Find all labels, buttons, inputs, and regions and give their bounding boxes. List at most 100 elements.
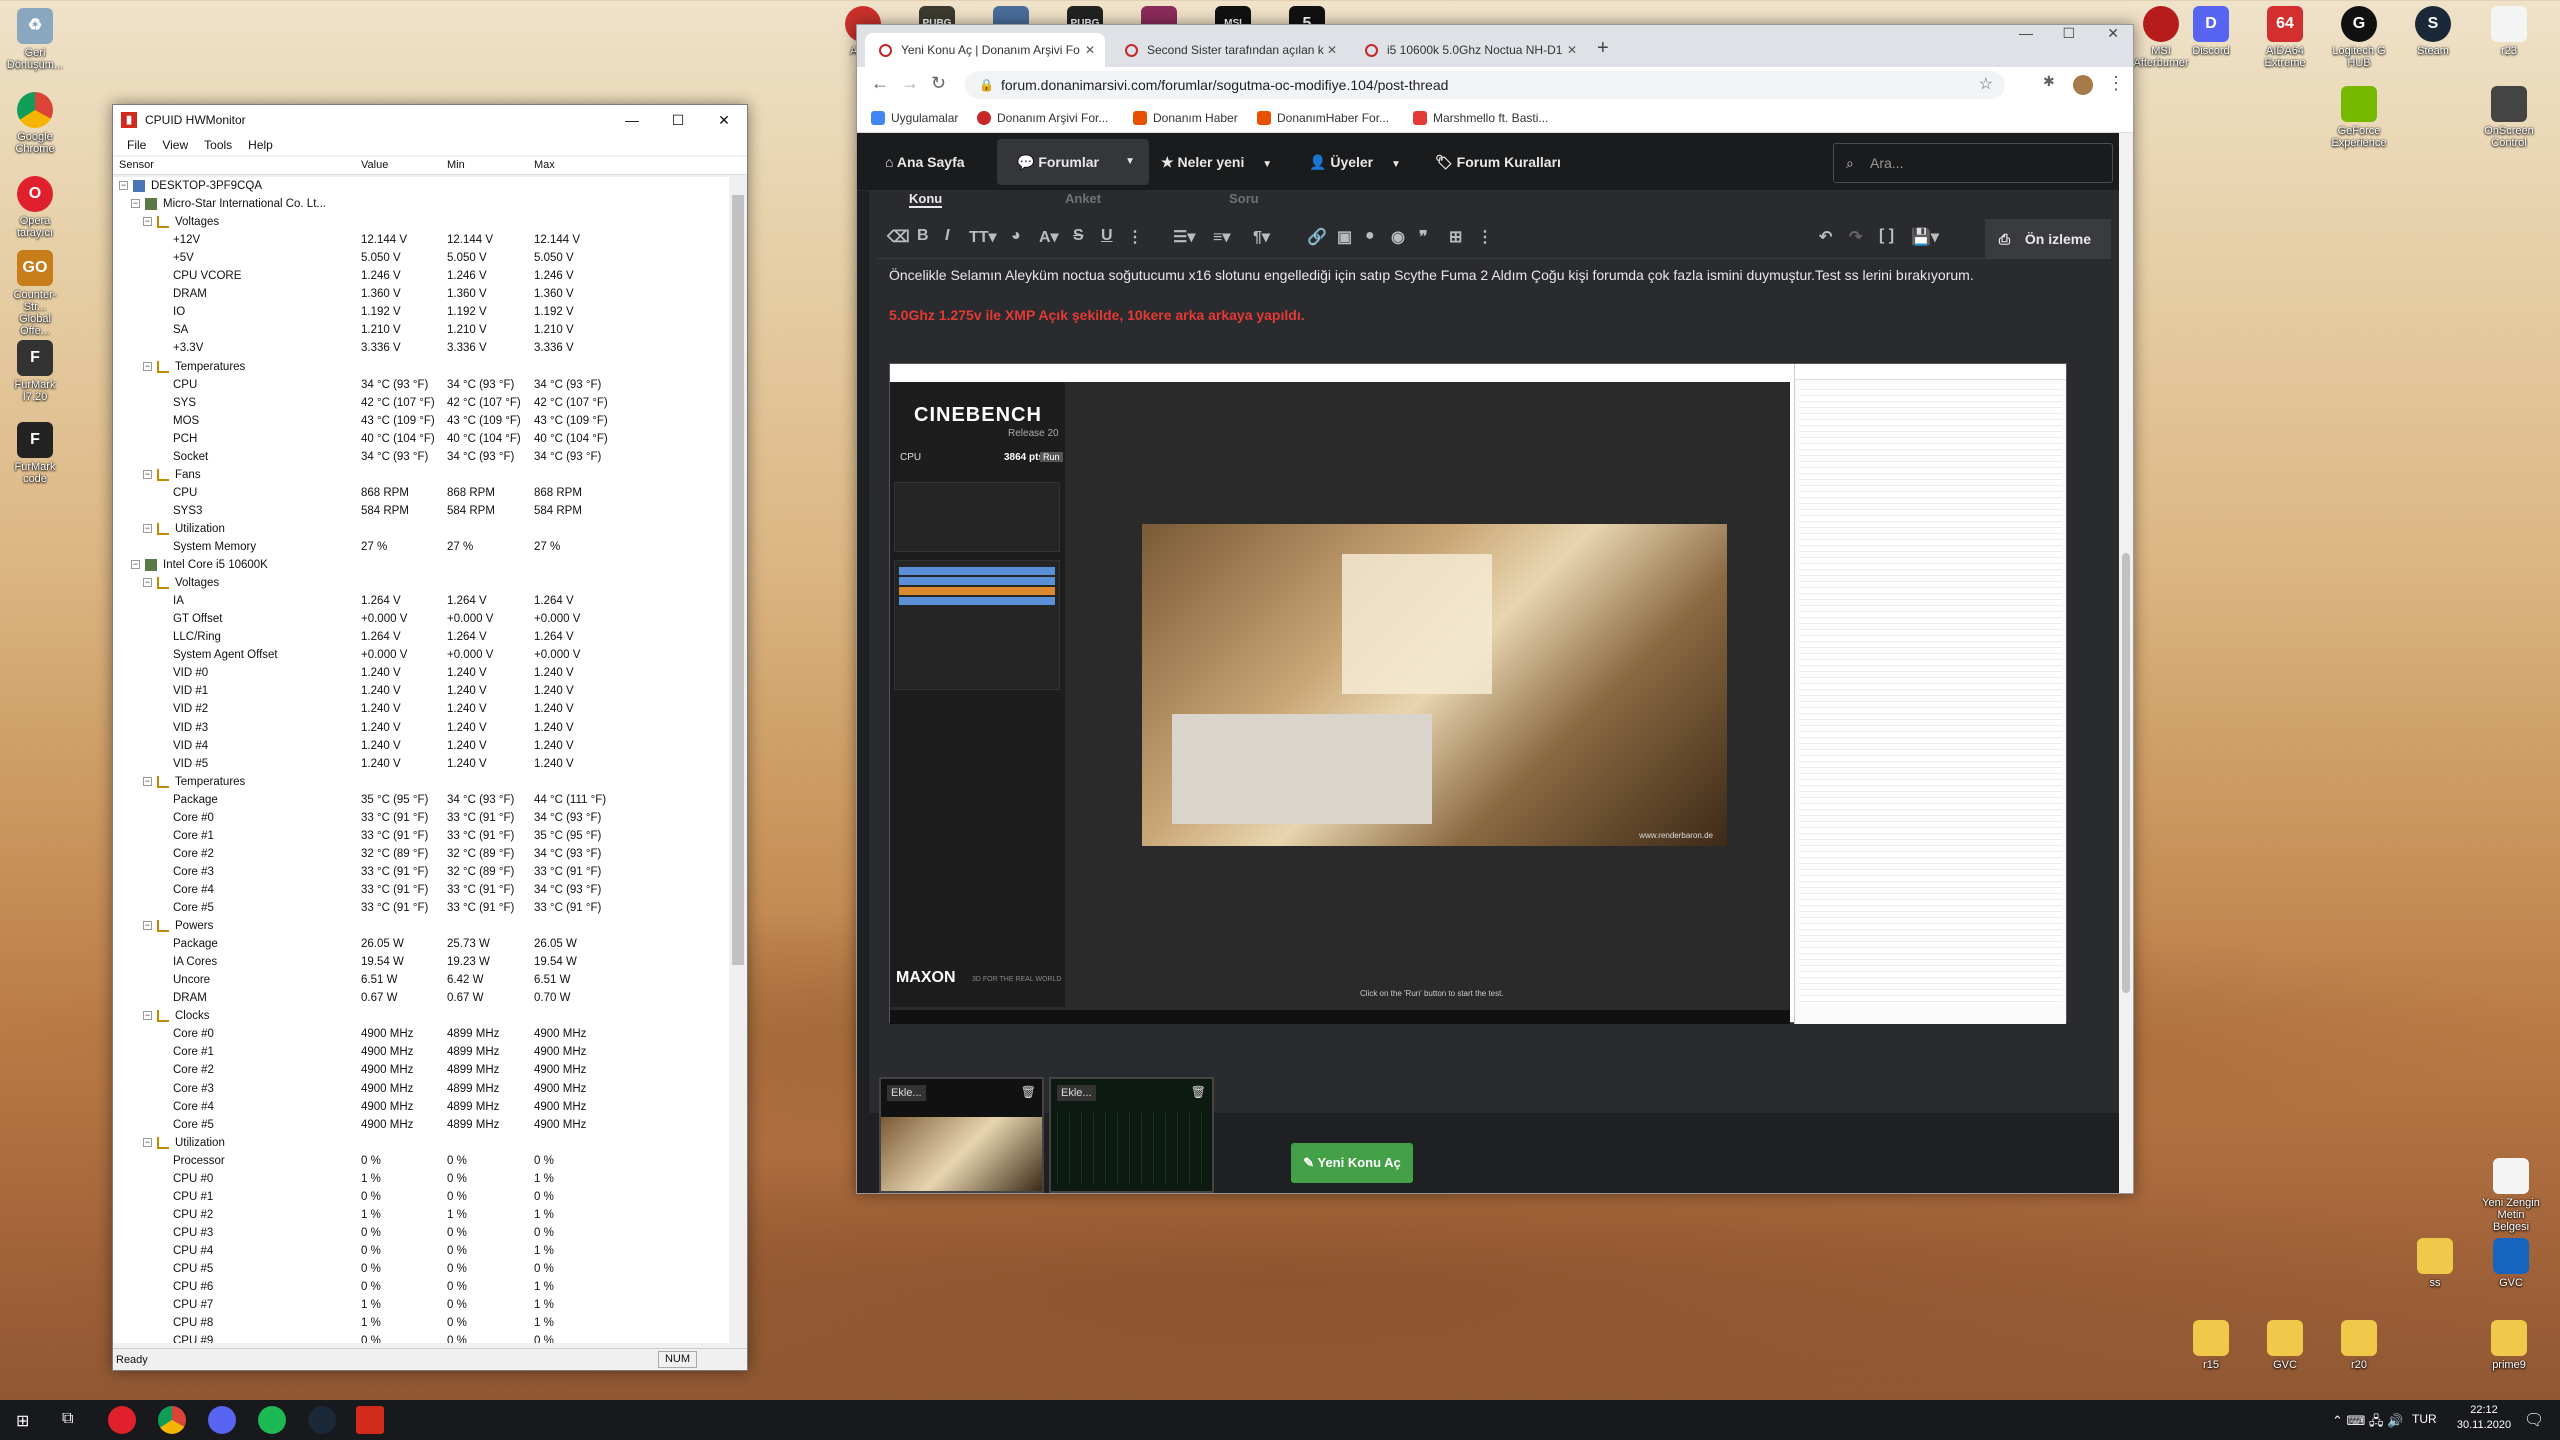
sensor-row[interactable]: IO 1.192 V 1.192 V 1.192 V bbox=[113, 303, 729, 321]
taskbar-hwmonitor-icon[interactable] bbox=[356, 1406, 384, 1434]
save-draft-icon[interactable]: 💾▾ bbox=[1911, 227, 1939, 247]
forward-icon[interactable]: → bbox=[901, 73, 919, 94]
url-field[interactable]: 🔒 forum.donanimarsivi.com/forumlar/sogut… bbox=[965, 71, 2005, 99]
tab-konu[interactable]: Konu bbox=[909, 191, 943, 208]
task-view-icon[interactable]: ⧉ bbox=[62, 1410, 73, 1428]
tab-yeni-konu[interactable]: Yeni Konu Aç | Donanım Arşivi Fo ✕ bbox=[865, 33, 1105, 67]
sensor-row[interactable]: SA 1.210 V 1.210 V 1.210 V bbox=[113, 321, 729, 339]
sensor-tree[interactable]: − DESKTOP-3PF9CQA − Micro-Star Internationa… bbox=[113, 177, 729, 1343]
underline-icon[interactable]: U bbox=[1101, 227, 1113, 245]
input-language[interactable]: TUR bbox=[2412, 1412, 2437, 1440]
minimize-icon[interactable]: — bbox=[609, 105, 655, 135]
sensor-row[interactable]: Core #1 4900 MHz 4899 MHz 4900 MHz bbox=[113, 1043, 729, 1061]
sensor-row[interactable]: GT Offset +0.000 V +0.000 V +0.000 V bbox=[113, 610, 729, 628]
sensor-row[interactable]: − Clocks bbox=[113, 1007, 729, 1025]
sensor-row[interactable]: CPU VCORE 1.246 V 1.246 V 1.246 V bbox=[113, 267, 729, 285]
desktop-icon-logitech[interactable]: G Logitech G HUB bbox=[2328, 6, 2390, 69]
tab-i5-noctua[interactable]: i5 10600k 5.0Ghz Noctua NH-D1 ✕ bbox=[1351, 33, 1587, 67]
align-icon[interactable]: ≡▾ bbox=[1213, 227, 1230, 247]
sensor-row[interactable]: VID #4 1.240 V 1.240 V 1.240 V bbox=[113, 737, 729, 755]
sensor-row[interactable]: VID #3 1.240 V 1.240 V 1.240 V bbox=[113, 719, 729, 737]
sensor-row[interactable]: − Voltages bbox=[113, 213, 729, 231]
sensor-row[interactable]: SYS3 584 RPM 584 RPM 584 RPM bbox=[113, 502, 729, 520]
sensor-row[interactable]: Core #0 4900 MHz 4899 MHz 4900 MHz bbox=[113, 1025, 729, 1043]
sensor-row[interactable]: PCH 40 °C (104 °F) 40 °C (104 °F) 40 °C (10… bbox=[113, 430, 729, 448]
close-tab-icon[interactable]: ✕ bbox=[1085, 33, 1095, 67]
font-family-icon[interactable]: A▾ bbox=[1039, 227, 1059, 247]
eraser-icon[interactable]: ⌫ bbox=[887, 227, 910, 247]
back-icon[interactable]: ← bbox=[871, 73, 889, 94]
col-max[interactable]: Max bbox=[534, 159, 555, 171]
taskbar-chrome-icon[interactable] bbox=[158, 1406, 186, 1434]
redo-icon[interactable]: ↷ bbox=[1849, 227, 1862, 247]
sensor-row[interactable]: VID #5 1.240 V 1.240 V 1.240 V bbox=[113, 755, 729, 773]
sensor-row[interactable]: CPU #8 1 % 0 % 1 % bbox=[113, 1314, 729, 1332]
sensor-row[interactable]: CPU #5 0 % 0 % 0 % bbox=[113, 1260, 729, 1278]
color-icon[interactable]: ◕ bbox=[1011, 227, 1021, 245]
taskbar-discord-icon[interactable] bbox=[208, 1406, 236, 1434]
italic-icon[interactable]: I bbox=[945, 227, 949, 245]
sensor-row[interactable]: CPU #6 0 % 0 % 1 % bbox=[113, 1278, 729, 1296]
sensor-row[interactable]: Package 35 °C (95 °F) 34 °C (93 °F) 44 °C (… bbox=[113, 791, 729, 809]
sensor-row[interactable]: CPU #4 0 % 0 % 1 % bbox=[113, 1242, 729, 1260]
collapse-toggle-icon[interactable]: − bbox=[143, 921, 152, 931]
undo-icon[interactable]: ↶ bbox=[1819, 227, 1832, 247]
desktop-icon-ss[interactable]: ss bbox=[2404, 1238, 2466, 1289]
sensor-row[interactable]: SYS 42 °C (107 °F) 42 °C (107 °F) 42 °C (10… bbox=[113, 394, 729, 412]
sensor-row[interactable]: System Memory 27 % 27 % 27 % bbox=[113, 538, 729, 556]
sensor-row[interactable]: VID #0 1.240 V 1.240 V 1.240 V bbox=[113, 664, 729, 682]
tab-soru[interactable]: Soru bbox=[1229, 191, 1259, 206]
sensor-row[interactable]: IA Cores 19.54 W 19.23 W 19.54 W bbox=[113, 953, 729, 971]
close-tab-icon[interactable]: ✕ bbox=[1327, 33, 1337, 67]
sensor-row[interactable]: − Voltages bbox=[113, 574, 729, 592]
sensor-row[interactable]: Uncore 6.51 W 6.42 W 6.51 W bbox=[113, 971, 729, 989]
desktop-icon-steam[interactable]: S Steam bbox=[2402, 6, 2464, 57]
cinebench-run-button[interactable]: Run bbox=[1040, 452, 1063, 462]
menu-file[interactable]: File bbox=[119, 138, 154, 152]
collapse-toggle-icon[interactable]: − bbox=[143, 578, 152, 588]
collapse-toggle-icon[interactable]: − bbox=[131, 560, 140, 570]
submit-new-thread-button[interactable]: ✎ Yeni Konu Aç bbox=[1291, 1143, 1413, 1183]
bookmark-marshmello[interactable]: Marshmello ft. Basti... bbox=[1433, 111, 1548, 125]
collapse-toggle-icon[interactable]: − bbox=[143, 523, 152, 533]
quote-icon[interactable]: ❞ bbox=[1419, 227, 1428, 247]
sensor-row[interactable]: − Micro-Star International Co. Lt... bbox=[113, 195, 729, 213]
desktop-icon-r15[interactable]: r15 bbox=[2180, 1320, 2242, 1371]
sensor-row[interactable]: CPU #2 1 % 1 % 1 % bbox=[113, 1206, 729, 1224]
chevron-down-icon[interactable]: ▼ bbox=[1262, 159, 1272, 170]
clock[interactable]: 22:12 30.11.2020 bbox=[2452, 1404, 2516, 1440]
desktop-icon-furmark[interactable]: F FurMark İ7.20 bbox=[4, 340, 66, 403]
sensor-row[interactable]: Core #5 33 °C (91 °F) 33 °C (91 °F) 33 °C (… bbox=[113, 899, 729, 917]
col-sensor[interactable]: Sensor bbox=[119, 159, 154, 171]
sensor-row[interactable]: − Fans bbox=[113, 466, 729, 484]
attachment-label[interactable]: Ekle... bbox=[1057, 1085, 1096, 1101]
sensor-row[interactable]: CPU 868 RPM 868 RPM 868 RPM bbox=[113, 484, 729, 502]
search-input[interactable]: ⌕ Ara... bbox=[1833, 143, 2113, 183]
new-tab-icon[interactable]: + bbox=[1597, 37, 1609, 60]
font-size-icon[interactable]: TT▾ bbox=[969, 227, 997, 247]
menu-view[interactable]: View bbox=[154, 138, 196, 152]
desktop-icon-r23[interactable]: r23 bbox=[2478, 6, 2540, 57]
collapse-toggle-icon[interactable]: − bbox=[143, 1137, 152, 1147]
sensor-row[interactable]: +12V 12.144 V 12.144 V 12.144 V bbox=[113, 231, 729, 249]
page-scrollbar[interactable] bbox=[2119, 133, 2133, 1193]
sensor-row[interactable]: − Temperatures bbox=[113, 773, 729, 791]
desktop-icon-aida64[interactable]: 64 AIDA64 Extreme bbox=[2254, 6, 2316, 69]
desktop-icon-geforce[interactable]: GeForce Experience bbox=[2328, 86, 2390, 149]
reload-icon[interactable]: ↻ bbox=[931, 73, 946, 94]
sensor-row[interactable]: IA 1.264 V 1.264 V 1.264 V bbox=[113, 592, 729, 610]
link-icon[interactable]: 🔗 bbox=[1307, 227, 1327, 247]
list-icon[interactable]: ☰▾ bbox=[1173, 227, 1195, 247]
sensor-row[interactable]: Core #0 33 °C (91 °F) 33 °C (91 °F) 34 °C (… bbox=[113, 809, 729, 827]
col-min[interactable]: Min bbox=[447, 159, 465, 171]
attachment-label[interactable]: Ekle... bbox=[887, 1085, 926, 1101]
bookmark-donanimhaber-forum[interactable]: DonanımHaber For... bbox=[1277, 111, 1389, 125]
menu-help[interactable]: Help bbox=[240, 138, 281, 152]
desktop-icon-csgo[interactable]: GO Counter-Str... Global Offe... bbox=[4, 250, 66, 337]
desktop-icon-furmark-code[interactable]: F FurMark code bbox=[4, 422, 66, 485]
more-icon[interactable]: ⋮ bbox=[1127, 227, 1143, 247]
sensor-row[interactable]: CPU #3 0 % 0 % 0 % bbox=[113, 1224, 729, 1242]
windows-start-icon[interactable]: ⊞ bbox=[16, 1411, 29, 1431]
close-tab-icon[interactable]: ✕ bbox=[1567, 33, 1577, 67]
bookmark-donanim-haber[interactable]: Donanım Haber bbox=[1153, 111, 1238, 125]
